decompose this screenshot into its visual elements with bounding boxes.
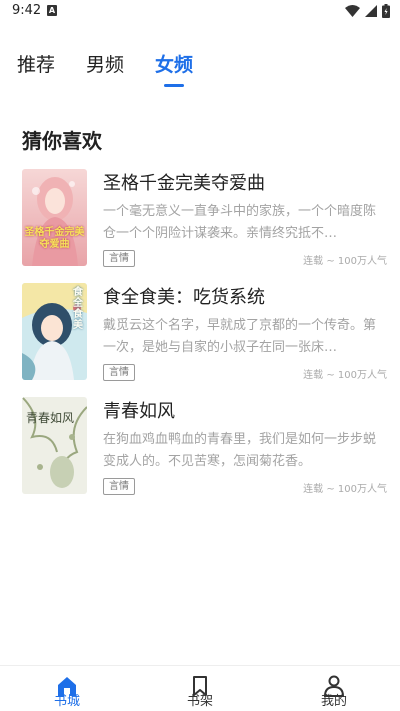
book-item[interactable]: 食全食美 食全食美：吃货系统 戴觅云这个名字，早就成了京都的一个传奇。第一次，是…: [0, 283, 400, 393]
tab-male[interactable]: 男频: [86, 50, 124, 77]
book-cover[interactable]: 青春如风: [22, 397, 87, 494]
nav-label: 我的: [320, 694, 347, 709]
cover-title-text: 青春如风: [26, 411, 75, 425]
book-meta: 连载 ~ 100万人气: [303, 370, 387, 381]
bottom-nav: 书城 书架 我的: [0, 665, 400, 711]
category-tabs: 推荐 男频 女频: [0, 50, 400, 90]
status-bar: 9:42 A: [0, 0, 400, 24]
a-letter-notification-icon: A: [47, 5, 57, 16]
battery-icon: [382, 4, 390, 18]
nav-bookshelf[interactable]: 书架: [160, 666, 240, 711]
active-tab-indicator: [164, 84, 184, 87]
tab-recommend[interactable]: 推荐: [17, 50, 55, 77]
book-meta: 连载 ~ 100万人气: [303, 484, 387, 495]
book-title[interactable]: 食全食美：吃货系统: [103, 283, 265, 309]
book-cover[interactable]: 食全食美: [22, 283, 87, 380]
tab-female[interactable]: 女频: [155, 50, 193, 77]
nav-label: 书架: [186, 694, 213, 709]
book-item[interactable]: 青春如风 青春如风 在狗血鸡血鸭血的青春里，我们是如何一步步蜕变成人的。不见苦寒…: [0, 397, 400, 507]
book-meta: 连载 ~ 100万人气: [303, 256, 387, 267]
section-title: 猜你喜欢: [22, 129, 102, 153]
book-cover[interactable]: 圣格千金完美夺爱曲: [22, 169, 87, 266]
status-time: 9:42: [12, 3, 42, 18]
book-description: 一个毫无意义一直争斗中的家族，一个个暗度陈仓一个个阴险计谋袭来。亲情终究抵不…: [103, 204, 377, 241]
nav-mine[interactable]: 我的: [294, 666, 374, 711]
nav-bookstore[interactable]: 书城: [27, 666, 107, 711]
genre-tag: 言情: [103, 478, 135, 495]
book-description: 戴觅云这个名字，早就成了京都的一个传奇。第一次，是她与自家的小叔子在同一张床…: [103, 318, 377, 355]
book-title[interactable]: 青春如风: [103, 397, 175, 423]
cover-title-text: 食全食美: [73, 287, 83, 331]
genre-tag: 言情: [103, 364, 135, 381]
book-description: 在狗血鸡血鸭血的青春里，我们是如何一步步蜕变成人的。不见苦寒，怎闻菊花香。: [103, 432, 377, 469]
book-item[interactable]: 圣格千金完美夺爱曲 圣格千金完美夺爱曲 一个毫无意义一直争斗中的家族，一个个暗度…: [0, 169, 400, 279]
status-icons: [345, 4, 390, 18]
signal-icon: [365, 5, 377, 17]
cover-title-text: 圣格千金完美夺爱曲: [24, 227, 85, 250]
wifi-icon: [345, 5, 360, 17]
nav-label: 书城: [53, 694, 80, 709]
book-title[interactable]: 圣格千金完美夺爱曲: [103, 169, 265, 195]
genre-tag: 言情: [103, 250, 135, 267]
